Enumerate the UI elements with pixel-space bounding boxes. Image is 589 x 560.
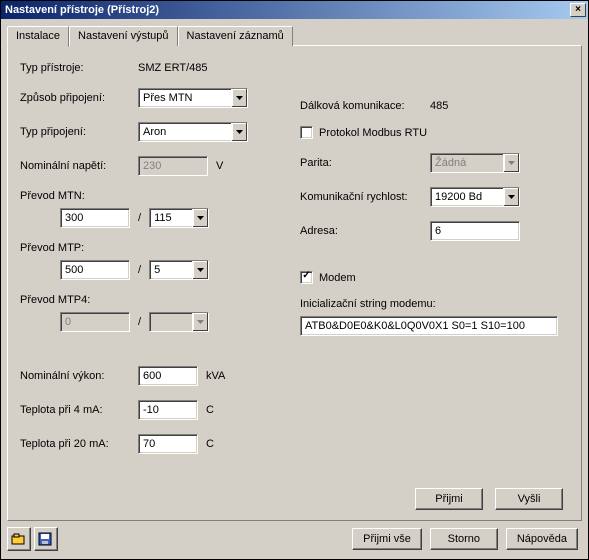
slash-sep: / [138,316,141,328]
tab-label: Nastavení záznamů [187,30,284,42]
chevron-down-icon [231,89,247,107]
modbus-label: Protokol Modbus RTU [319,127,427,139]
chevron-down-icon [231,123,247,141]
conn-type-label: Typ připojení: [20,126,138,138]
send-button[interactable]: Vyšli [495,488,563,510]
t20-label: Teplota při 20 mA: [20,438,138,450]
chevron-down-icon [503,188,519,206]
slash-sep: / [138,212,141,224]
nom-power-label: Nominální výkon: [20,370,138,382]
conn-method-select[interactable]: Přes MTN [138,88,248,108]
mtp4-primary-input [60,312,130,332]
select-value: 5 [150,261,192,279]
tab-panel-instalace: Typ přístroje: SMZ ERT/485 Způsob připoj… [7,45,582,521]
chevron-down-icon [192,209,208,227]
t4-unit: C [206,404,214,416]
device-type-value: SMZ ERT/485 [138,62,208,74]
mtp-secondary-select[interactable]: 5 [149,260,209,280]
modem-label: Modem [319,272,356,284]
close-icon[interactable]: × [570,3,586,17]
nom-voltage-unit: V [216,160,223,172]
nom-power-input[interactable] [138,366,198,386]
accept-button[interactable]: Přijmi [415,488,483,510]
select-value [150,313,192,331]
nom-voltage-label: Nominální napětí: [20,160,138,172]
device-type-label: Typ přístroje: [20,62,138,74]
mtp-label: Převod MTP: [20,242,84,254]
nom-power-unit: kVA [206,370,225,382]
remote-comm-label: Dálková komunikace: [300,100,430,112]
select-value: Přes MTN [139,89,231,107]
parity-select: Žádná [430,153,520,173]
modem-checkbox[interactable] [300,271,313,284]
init-string-label: Inicializační string modemu: [300,298,436,310]
tab-label: Instalace [16,30,60,42]
select-value: 19200 Bd [431,188,503,206]
mtp-primary-input[interactable] [60,260,130,280]
mtn-secondary-select[interactable]: 115 [149,208,209,228]
tab-nastaveni-zaznamu[interactable]: Nastavení záznamů [178,26,293,46]
window-title: Nastavení přístroje (Přístroj2) [5,4,159,16]
tab-label: Nastavení výstupů [78,30,169,42]
mtp4-secondary-select [149,312,209,332]
t20-input[interactable] [138,434,198,454]
save-icon[interactable] [34,527,58,551]
init-string-input[interactable] [300,316,558,336]
chevron-down-icon [192,313,208,331]
nom-voltage-input [138,156,208,176]
conn-type-select[interactable]: Aron [138,122,248,142]
select-value: 115 [150,209,192,227]
chevron-down-icon [192,261,208,279]
t4-label: Teplota při 4 mA: [20,404,138,416]
conn-method-label: Způsob připojení: [20,92,138,104]
baud-select[interactable]: 19200 Bd [430,187,520,207]
t20-unit: C [206,438,214,450]
tab-strip: Instalace Nastavení výstupů Nastavení zá… [7,26,582,46]
open-icon[interactable] [7,527,31,551]
addr-input[interactable] [430,221,520,241]
slash-sep: / [138,264,141,276]
storno-button[interactable]: Storno [430,528,498,550]
tab-instalace[interactable]: Instalace [7,26,69,47]
chevron-down-icon [503,154,519,172]
mtn-primary-input[interactable] [60,208,130,228]
parity-label: Parita: [300,157,430,169]
addr-label: Adresa: [300,225,430,237]
remote-comm-value: 485 [430,100,448,112]
title-bar: Nastavení přístroje (Přístroj2) × [1,1,588,19]
select-value: Žádná [431,154,503,172]
accept-all-button[interactable]: Přijmi vše [352,528,422,550]
mtp4-label: Převod MTP4: [20,294,90,306]
tab-nastaveni-vystupu[interactable]: Nastavení výstupů [69,26,178,46]
modbus-checkbox[interactable] [300,126,313,139]
baud-label: Komunikační rychlost: [300,191,430,203]
mtn-label: Převod MTN: [20,190,85,202]
t4-input[interactable] [138,400,198,420]
help-button[interactable]: Nápověda [506,528,578,550]
select-value: Aron [139,123,231,141]
